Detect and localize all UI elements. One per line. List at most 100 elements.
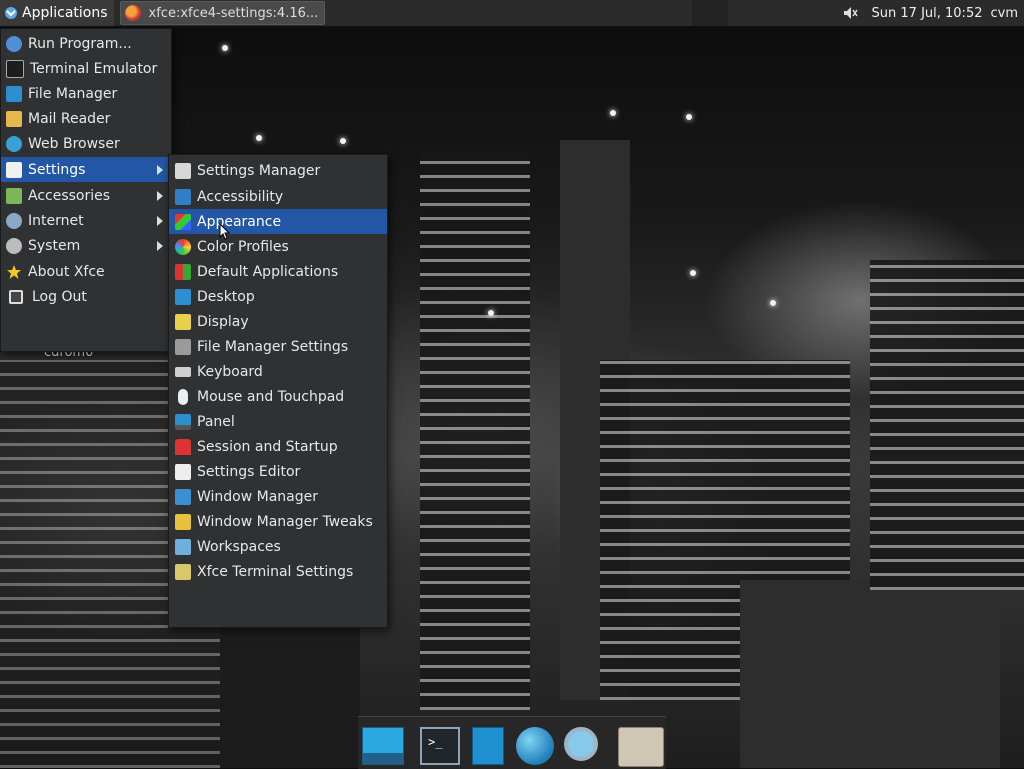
menu-item-label: Color Profiles xyxy=(197,238,289,255)
menu-item-label: Display xyxy=(197,313,249,330)
menu-item-label: Web Browser xyxy=(28,135,120,152)
volume-muted-icon[interactable] xyxy=(842,5,858,21)
menu-item-label: Window Manager Tweaks xyxy=(197,513,373,530)
menu-item-label: Internet xyxy=(28,212,84,229)
clock[interactable]: Sun 17 Jul, 10:52 xyxy=(872,6,983,21)
menu-item-label: Run Program... xyxy=(28,35,132,52)
menu-item-label: Settings Editor xyxy=(197,463,301,480)
submenu-item-appearance[interactable]: Appearance xyxy=(169,209,387,234)
desktop-icon xyxy=(175,288,191,305)
dock-app-finder-button[interactable] xyxy=(564,727,598,761)
dock-folder-button[interactable] xyxy=(618,727,664,767)
appearance-icon xyxy=(175,213,191,230)
menu-item-label: Default Applications xyxy=(197,263,339,280)
menu-item-accessories[interactable]: Accessories xyxy=(1,183,171,208)
menu-item-label: Log Out xyxy=(32,288,87,305)
submenu-arrow-icon xyxy=(157,216,163,226)
settings-manager-icon xyxy=(175,162,191,179)
submenu-item-window-manager-tweaks[interactable]: Window Manager Tweaks xyxy=(169,509,387,534)
menu-item-label: Mouse and Touchpad xyxy=(197,388,345,405)
submenu-arrow-icon xyxy=(157,165,163,175)
dock-web-browser-button[interactable] xyxy=(516,727,554,765)
session-startup-icon xyxy=(175,438,191,455)
system-gear-icon xyxy=(6,237,22,254)
settings-icon xyxy=(6,161,22,178)
menu-item-label: File Manager xyxy=(28,85,118,102)
file-manager-icon xyxy=(6,85,22,102)
panel-icon xyxy=(175,413,191,430)
settings-editor-icon xyxy=(175,463,191,480)
menu-item-mail-reader[interactable]: Mail Reader xyxy=(1,106,171,131)
menu-item-label: System xyxy=(28,237,81,254)
taskbar-window-title: xfce:xfce4-settings:4.16... xyxy=(148,5,319,21)
dock: >_ xyxy=(358,716,666,769)
menu-item-label: Xfce Terminal Settings xyxy=(197,563,354,580)
panel-separator xyxy=(691,0,728,26)
menu-item-terminal-emulator[interactable]: Terminal Emulator xyxy=(1,56,171,81)
mouse-cursor-icon xyxy=(219,223,231,240)
menu-item-label: Session and Startup xyxy=(197,438,338,455)
firefox-icon xyxy=(124,5,141,21)
submenu-arrow-icon xyxy=(157,241,163,251)
submenu-item-color-profiles[interactable]: Color Profiles xyxy=(169,234,387,259)
terminal-settings-icon xyxy=(175,563,191,580)
menu-item-label: Accessories xyxy=(28,187,111,204)
submenu-item-panel[interactable]: Panel xyxy=(169,409,387,434)
accessibility-icon xyxy=(175,188,191,205)
dock-show-desktop-button[interactable] xyxy=(362,727,404,765)
submenu-item-settings-manager[interactable]: Settings Manager xyxy=(169,158,387,183)
user-name[interactable]: cvm xyxy=(990,6,1018,21)
default-applications-icon xyxy=(175,263,191,280)
submenu-item-settings-editor[interactable]: Settings Editor xyxy=(169,459,387,484)
system-tray: Sun 17 Jul, 10:52 cvm xyxy=(831,0,1024,26)
dock-file-manager-button[interactable] xyxy=(472,727,504,765)
applications-menu-button[interactable]: Applications xyxy=(0,0,114,26)
internet-icon xyxy=(6,212,22,229)
menu-item-file-manager[interactable]: File Manager xyxy=(1,81,171,106)
menu-item-label: Terminal Emulator xyxy=(30,60,158,77)
menu-item-internet[interactable]: Internet xyxy=(1,208,171,233)
dock-terminal-button[interactable]: >_ xyxy=(420,727,460,765)
terminal-prompt-glyph: >_ xyxy=(428,735,443,749)
menu-item-web-browser[interactable]: Web Browser xyxy=(1,131,171,156)
menu-item-system[interactable]: System xyxy=(1,233,171,258)
menu-item-label: File Manager Settings xyxy=(197,338,349,355)
display-icon xyxy=(175,313,191,330)
submenu-item-window-manager[interactable]: Window Manager xyxy=(169,484,387,509)
menu-item-label: Mail Reader xyxy=(28,110,111,127)
run-program-icon xyxy=(6,35,22,52)
menu-item-about-xfce[interactable]: About Xfce xyxy=(1,259,171,284)
submenu-item-xfce-terminal-settings[interactable]: Xfce Terminal Settings xyxy=(169,559,387,584)
submenu-item-workspaces[interactable]: Workspaces xyxy=(169,534,387,559)
submenu-item-file-manager-settings[interactable]: File Manager Settings xyxy=(169,334,387,359)
workspaces-icon xyxy=(175,538,191,555)
menu-item-label: Workspaces xyxy=(197,538,281,555)
submenu-item-mouse-and-touchpad[interactable]: Mouse and Touchpad xyxy=(169,384,387,409)
menu-item-label: About Xfce xyxy=(28,263,105,280)
submenu-item-keyboard[interactable]: Keyboard xyxy=(169,359,387,384)
terminal-icon xyxy=(6,59,24,78)
settings-submenu: Settings Manager Accessibility Appearanc… xyxy=(168,154,388,628)
menu-item-log-out[interactable]: Log Out xyxy=(1,284,171,309)
top-panel: Applications xfce:xfce4-settings:4.16...… xyxy=(0,0,1024,27)
submenu-item-accessibility[interactable]: Accessibility xyxy=(169,184,387,209)
submenu-item-default-applications[interactable]: Default Applications xyxy=(169,259,387,284)
xfce-logo-icon xyxy=(5,7,17,19)
menu-item-label: Settings Manager xyxy=(197,162,321,179)
menu-item-label: Desktop xyxy=(197,288,255,305)
submenu-item-display[interactable]: Display xyxy=(169,309,387,334)
taskbar-window-button[interactable]: xfce:xfce4-settings:4.16... xyxy=(119,1,326,25)
menu-item-run-program[interactable]: Run Program... xyxy=(1,31,171,56)
web-browser-icon xyxy=(6,135,22,152)
menu-item-settings[interactable]: Settings xyxy=(1,157,171,182)
submenu-item-session-and-startup[interactable]: Session and Startup xyxy=(169,434,387,459)
file-manager-settings-icon xyxy=(175,338,191,355)
window-manager-tweaks-icon xyxy=(175,513,191,530)
keyboard-icon xyxy=(175,366,191,377)
submenu-item-desktop[interactable]: Desktop xyxy=(169,284,387,309)
submenu-arrow-icon xyxy=(157,191,163,201)
menu-item-label: Keyboard xyxy=(197,363,263,380)
applications-menu: Run Program... Terminal Emulator File Ma… xyxy=(0,28,172,352)
accessories-icon xyxy=(6,187,22,204)
applications-label: Applications xyxy=(22,5,108,21)
